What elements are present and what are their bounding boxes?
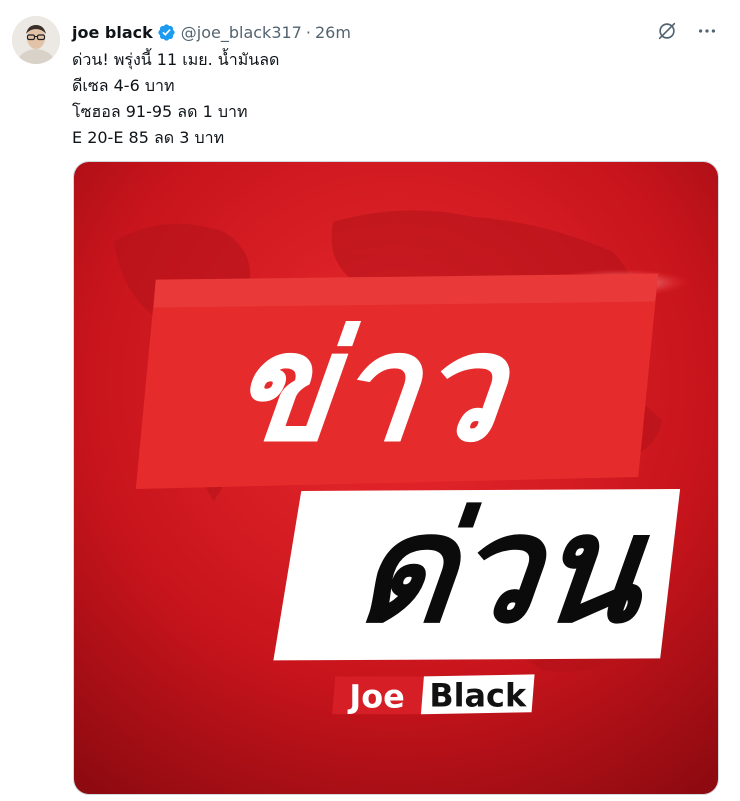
brand-black: Black: [429, 676, 527, 714]
brand-joe: Joe: [347, 677, 404, 715]
tweet-line: E 20-E 85 ลด 3 บาท: [72, 128, 225, 147]
separator-dot: ·: [305, 22, 311, 42]
headline-top: ข่าว: [223, 302, 520, 476]
grok-icon[interactable]: [654, 18, 680, 44]
user-handle[interactable]: @joe_black317: [181, 23, 302, 42]
avatar[interactable]: [12, 16, 60, 64]
tweet-text: ด่วน! พรุ่งนี้ 11 เมย. น้ำมันลด ดีเซล 4-…: [72, 47, 279, 151]
tweet: joe black @joe_black317 · 26m ด่วน! พรุ่…: [0, 0, 740, 801]
display-name[interactable]: joe black: [72, 23, 153, 42]
top-actions: [654, 18, 720, 44]
more-icon[interactable]: [694, 18, 720, 44]
tweet-line: ดีเซล 4-6 บาท: [72, 76, 175, 95]
timestamp[interactable]: 26m: [315, 23, 351, 42]
tweet-header: joe black @joe_black317 · 26m: [72, 20, 351, 44]
brand-logo: Joe Black: [332, 674, 535, 715]
tweet-image[interactable]: ข่าว ด่วน Joe Black: [73, 161, 719, 795]
tweet-line: ด่วน! พรุ่งนี้ 11 เมย. น้ำมันลด: [72, 50, 280, 69]
tweet-line: โซฮอล 91-95 ลด 1 บาท: [72, 102, 248, 121]
headline-bottom: ด่วน: [349, 483, 656, 657]
verified-badge-icon: [157, 23, 176, 42]
